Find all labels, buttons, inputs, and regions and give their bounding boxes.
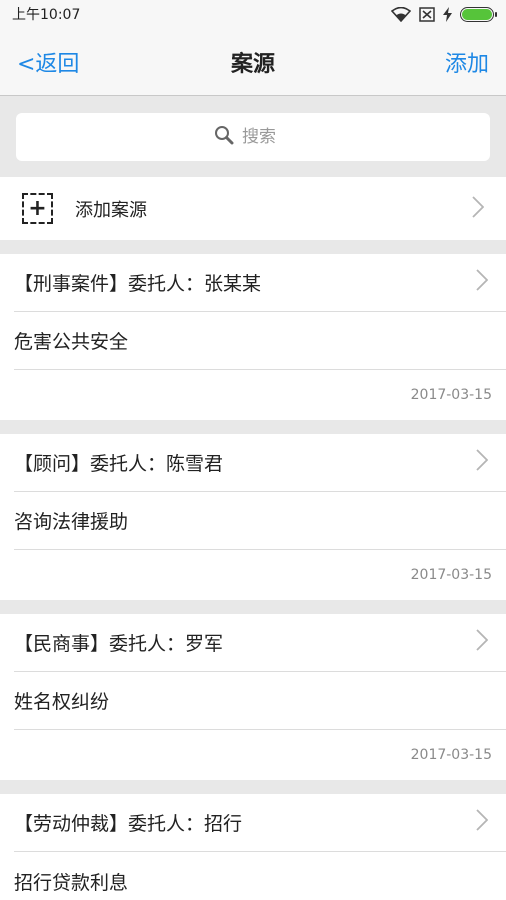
case-card-header[interactable]: 【民商事】委托人：罗军 (14, 614, 506, 672)
case-description: 咨询法律援助 (14, 492, 506, 550)
case-description: 招行贷款利息 (14, 871, 129, 894)
client-prefix: 委托人： (109, 633, 186, 655)
case-card[interactable]: 【顾问】委托人：陈雪君 咨询法律援助 2017-03-15 (0, 434, 506, 600)
battery-icon (460, 6, 497, 22)
case-title: 【民商事】委托人：罗军 (14, 629, 476, 656)
status-bar: 上午10:07 (0, 0, 506, 28)
chevron-right-icon (476, 449, 489, 476)
client-name: 罗军 (185, 633, 224, 655)
search-box[interactable] (16, 113, 490, 161)
client-prefix: 委托人： (90, 453, 167, 475)
case-type: 【刑事案件】 (14, 273, 129, 295)
chevron-right-icon (476, 629, 489, 656)
client-name: 招行 (204, 813, 243, 835)
case-card-header[interactable]: 【顾问】委托人：陈雪君 (14, 434, 506, 492)
case-title: 【顾问】委托人：陈雪君 (14, 449, 476, 476)
case-title: 【刑事案件】委托人：张某某 (14, 269, 476, 296)
case-list: 【刑事案件】委托人：张某某 危害公共安全 2017-03-15 【顾问】委托人：… (0, 254, 506, 900)
case-date: 2017-03-15 (410, 387, 492, 403)
case-type: 【劳动仲裁】 (14, 813, 129, 835)
case-card[interactable]: 【劳动仲裁】委托人：招行 招行贷款利息 (0, 794, 506, 900)
wifi-icon (391, 6, 411, 22)
search-area (0, 97, 506, 177)
case-card-header[interactable]: 【劳动仲裁】委托人：招行 (14, 794, 506, 852)
case-title: 【劳动仲裁】委托人：招行 (14, 809, 476, 836)
case-type: 【顾问】 (14, 453, 91, 475)
status-time: 上午10:07 (12, 7, 81, 23)
chevron-right-icon (476, 809, 489, 836)
status-icons (391, 6, 497, 22)
client-name: 张某某 (204, 273, 262, 295)
client-prefix: 委托人： (128, 273, 205, 295)
charging-bolt-icon (443, 6, 452, 22)
sim-card-x-icon (419, 6, 435, 22)
add-box-icon: + (22, 193, 53, 224)
case-card[interactable]: 【民商事】委托人：罗军 姓名权纠纷 2017-03-15 (0, 614, 506, 780)
case-description: 姓名权纠纷 (14, 672, 506, 730)
chevron-right-icon (476, 269, 489, 296)
search-input[interactable] (242, 127, 292, 147)
case-type: 【民商事】 (14, 633, 110, 655)
client-name: 陈雪君 (166, 453, 224, 475)
case-date: 2017-03-15 (410, 747, 492, 763)
add-case-row[interactable]: + 添加案源 (0, 177, 506, 240)
case-card-header[interactable]: 【刑事案件】委托人：张某某 (14, 254, 506, 312)
add-button[interactable]: 添加 (445, 46, 489, 78)
search-icon (214, 125, 234, 150)
add-case-label: 添加案源 (75, 199, 147, 221)
chevron-right-icon (472, 195, 485, 222)
back-button[interactable]: <返回 (17, 46, 79, 78)
case-date: 2017-03-15 (410, 567, 492, 583)
case-description: 危害公共安全 (14, 312, 506, 370)
nav-bar: <返回 案源 添加 (0, 28, 506, 96)
client-prefix: 委托人： (128, 813, 205, 835)
case-card[interactable]: 【刑事案件】委托人：张某某 危害公共安全 2017-03-15 (0, 254, 506, 420)
